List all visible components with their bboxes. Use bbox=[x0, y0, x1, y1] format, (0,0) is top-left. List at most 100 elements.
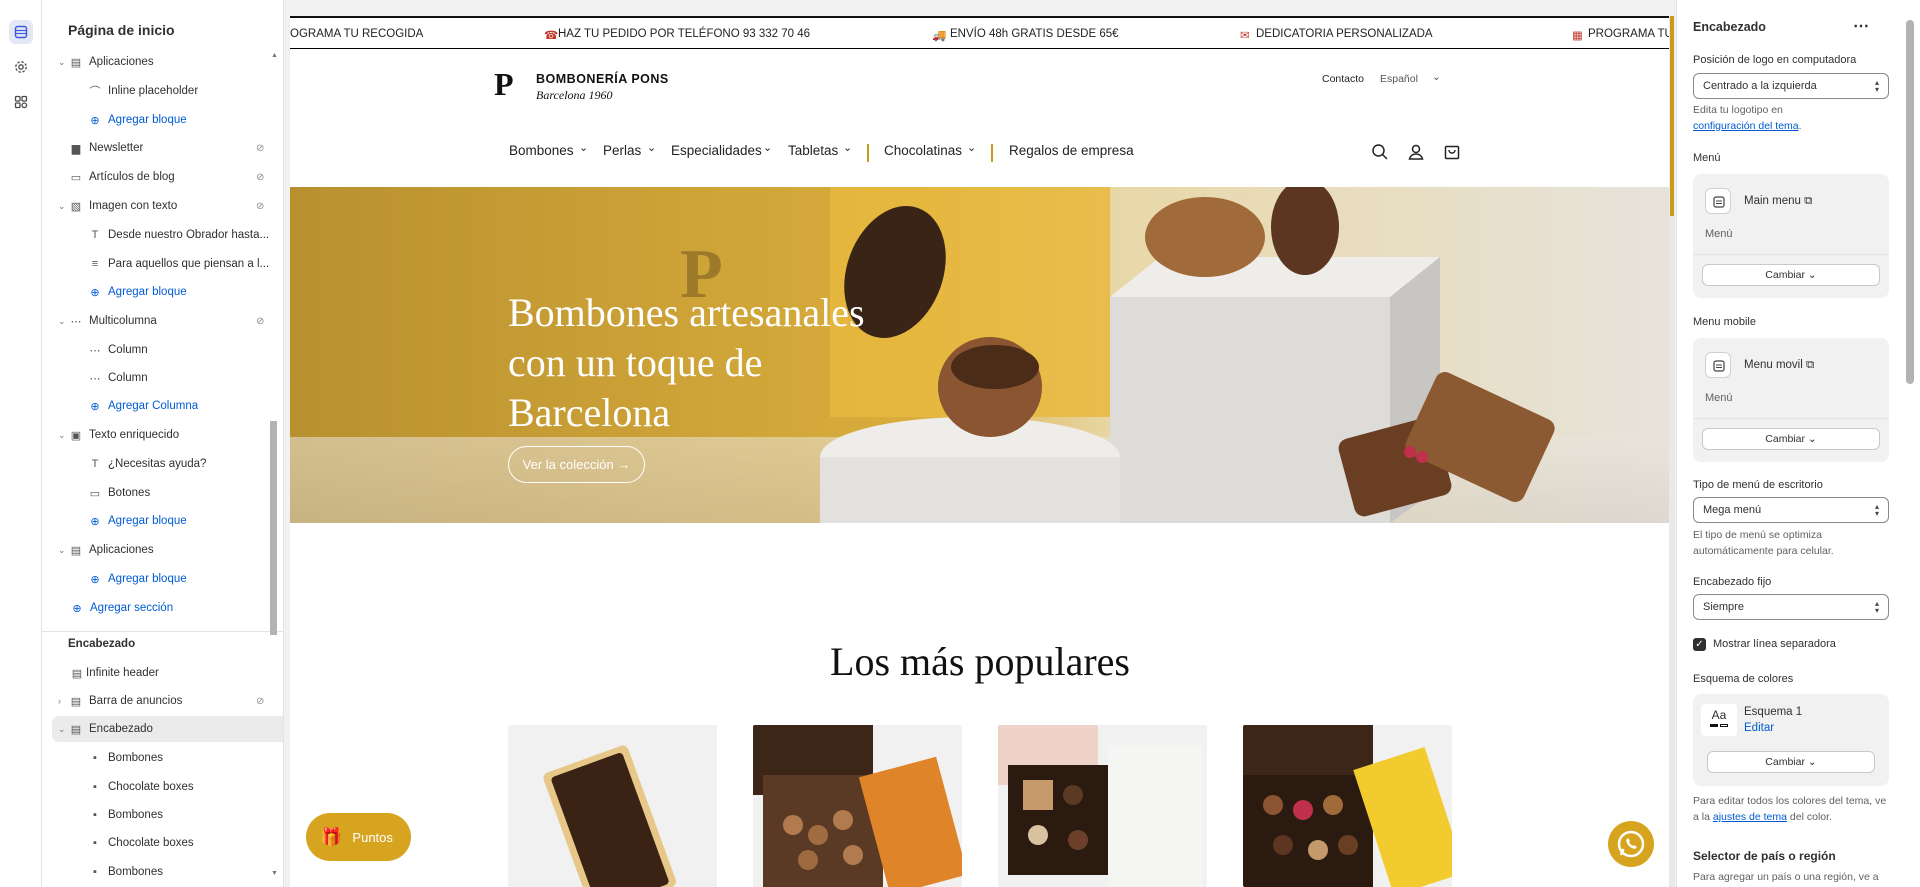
more-actions-icon[interactable]: ⋯ bbox=[1853, 16, 1869, 36]
sidebar-scrollbar[interactable] bbox=[270, 421, 277, 635]
tree-row-agregar-bloque[interactable]: ⊕ Agregar bloque bbox=[52, 566, 283, 592]
tree-row-infinite-header[interactable]: ▤ Infinite header bbox=[52, 660, 283, 686]
loyalty-points-button[interactable]: 🎁 Puntos bbox=[306, 813, 411, 861]
tree-row-aplicaciones[interactable]: ⌄ ▤ Aplicaciones bbox=[52, 49, 283, 75]
tree-row-encabezado[interactable]: ⌄ ▤ Encabezado bbox=[52, 716, 283, 742]
product-image-1 bbox=[543, 745, 676, 887]
change-main-menu-button[interactable]: Cambiar ⌄ bbox=[1702, 264, 1880, 286]
tree-row-bombones[interactable]: ▪ Bombones bbox=[52, 859, 283, 885]
view-collection-button[interactable]: Ver la colección → bbox=[508, 446, 645, 483]
cart-icon[interactable] bbox=[1442, 142, 1462, 162]
tree-row-column[interactable]: ⋯ Column bbox=[52, 365, 283, 391]
nav-perlas[interactable]: Perlas bbox=[603, 143, 641, 158]
app-embeds-icon[interactable] bbox=[9, 90, 33, 114]
tree-row-inline-placeholder[interactable]: ⌒ Inline placeholder bbox=[52, 78, 283, 104]
sidebar-title: Página de inicio bbox=[68, 22, 175, 38]
tree-row-aplicaciones[interactable]: ⌄ ▤ Aplicaciones bbox=[52, 537, 283, 563]
visibility-hidden-icon[interactable]: ⊘ bbox=[256, 172, 264, 183]
chevron-down-icon: ⌄ bbox=[763, 142, 773, 154]
calendar-icon: ▦ bbox=[1572, 30, 1583, 42]
chevron-down-icon: ⌄ bbox=[1807, 433, 1817, 445]
preview-scroll-thumb[interactable] bbox=[1670, 16, 1674, 216]
tree-row-chocolate-boxes[interactable]: ▪ Chocolate boxes bbox=[52, 774, 283, 800]
visibility-hidden-icon[interactable]: ⊘ bbox=[256, 696, 264, 707]
scroll-up-icon[interactable]: ▲ bbox=[271, 52, 278, 59]
select-arrows-icon: ▴ ▾ bbox=[1874, 502, 1879, 518]
scheme-edit-link[interactable]: Editar bbox=[1744, 722, 1774, 734]
tree-row-agregar-columna[interactable]: ⊕ Agregar Columna bbox=[52, 393, 283, 419]
visibility-hidden-icon[interactable]: ⊘ bbox=[256, 201, 264, 212]
plus-circle-icon: ⊕ bbox=[72, 602, 82, 615]
chevron-down-icon[interactable]: ⌄ bbox=[58, 201, 68, 212]
chevron-down-icon[interactable]: ⌄ bbox=[58, 545, 68, 556]
separator-checkbox[interactable]: ✓ bbox=[1693, 638, 1706, 651]
tree-row-agregar-secci-n[interactable]: ⊕ Agregar sección bbox=[52, 595, 283, 621]
tree-row-art-culos-de-blog[interactable]: ▭ Artículos de blog ⊘ bbox=[52, 164, 283, 190]
tree-row-column[interactable]: ⋯ Column bbox=[52, 337, 283, 363]
nav-tabletas[interactable]: Tabletas bbox=[788, 143, 838, 158]
header-group-title: Encabezado bbox=[68, 638, 136, 650]
desktop-menu-type-select[interactable]: Mega menú ▴ ▾ bbox=[1693, 497, 1889, 523]
tree-row-barra-de-anuncios[interactable]: › ▤ Barra de anuncios ⊘ bbox=[52, 688, 283, 714]
announcement-item-4: DEDICATORIA PERSONALIZADA bbox=[1256, 28, 1433, 40]
scheme-name: Esquema 1 bbox=[1744, 706, 1803, 718]
tree-row-desde-nuestro-obrador-hasta[interactable]: T Desde nuestro Obrador hasta... bbox=[52, 222, 283, 248]
blog-icon: ▭ bbox=[70, 171, 82, 184]
nav-especialidades[interactable]: Especialidades bbox=[671, 143, 762, 158]
tree-row-botones[interactable]: ▭ Botones bbox=[52, 480, 283, 506]
chevron-down-icon[interactable]: ⌄ bbox=[58, 724, 68, 735]
theme-editor: Página de inicio ⌄ ▤ Aplicaciones ⌒ Inline p… bbox=[0, 0, 1920, 887]
nav-chocolatinas[interactable]: Chocolatinas bbox=[884, 143, 962, 158]
mobile-menu-name[interactable]: Menu movil ⧉ bbox=[1744, 359, 1814, 372]
search-icon[interactable] bbox=[1370, 142, 1390, 162]
logo-monogram-icon[interactable]: P bbox=[494, 66, 514, 103]
language-selector[interactable]: Español bbox=[1380, 73, 1418, 85]
logo-position-select[interactable]: Centrado a la izquierda ▴ ▾ bbox=[1693, 73, 1889, 99]
product-card-2[interactable] bbox=[753, 725, 962, 887]
product-card-1[interactable] bbox=[508, 725, 717, 887]
tree-row-para-aquellos-que-piensan-a-l[interactable]: ≡ Para aquellos que piensan a l... bbox=[52, 251, 283, 277]
panel-scrollbar[interactable] bbox=[1906, 20, 1914, 384]
theme-settings-link[interactable]: configuración del tema bbox=[1693, 120, 1799, 132]
tree-row-imagen-con-texto[interactable]: ⌄ ▧ Imagen con texto ⊘ bbox=[52, 193, 283, 219]
visibility-hidden-icon[interactable]: ⊘ bbox=[256, 143, 264, 154]
tree-row-necesitas-ayuda[interactable]: T ¿Necesitas ayuda? bbox=[52, 451, 283, 477]
contact-link[interactable]: Contacto bbox=[1322, 73, 1364, 85]
nav-bombones[interactable]: Bombones bbox=[509, 143, 574, 158]
scroll-down-icon[interactable]: ▼ bbox=[271, 870, 278, 877]
sections-icon[interactable] bbox=[9, 20, 33, 44]
tree-row-label: Multicolumna bbox=[89, 315, 157, 327]
change-scheme-button[interactable]: Cambiar ⌄ bbox=[1707, 751, 1875, 773]
visibility-hidden-icon[interactable]: ⊘ bbox=[256, 316, 264, 327]
chevron-down-icon[interactable]: ⌄ bbox=[58, 57, 68, 68]
chevron-down-icon[interactable]: ⌄ bbox=[58, 430, 68, 441]
tree-row-agregar-bloque[interactable]: ⊕ Agregar bloque bbox=[52, 279, 283, 305]
tree-row-agregar-bloque[interactable]: ⊕ Agregar bloque bbox=[52, 508, 283, 534]
main-menu-name[interactable]: Main menu ⧉ bbox=[1744, 195, 1812, 208]
chevron-down-icon[interactable]: ⌄ bbox=[58, 316, 68, 327]
tree-row-newsletter[interactable]: ▆ Newsletter ⊘ bbox=[52, 135, 283, 161]
tree-row-chocolate-boxes[interactable]: ▪ Chocolate boxes bbox=[52, 830, 283, 856]
app-block-icon: ⌒ bbox=[89, 86, 101, 98]
phone-icon: ☎ bbox=[544, 30, 559, 42]
change-mobile-menu-button[interactable]: Cambiar ⌄ bbox=[1702, 428, 1880, 450]
product-card-3[interactable] bbox=[998, 725, 1207, 887]
sticky-header-select[interactable]: Siempre ▴ ▾ bbox=[1693, 594, 1889, 620]
whatsapp-chat-button[interactable] bbox=[1608, 821, 1654, 867]
nav-regalos-empresa[interactable]: Regalos de empresa bbox=[1009, 143, 1134, 158]
account-icon[interactable] bbox=[1406, 142, 1426, 162]
tree-row-texto-enriquecido[interactable]: ⌄ ▣ Texto enriquecido bbox=[52, 422, 283, 448]
menu-image-icon: ▪ bbox=[93, 781, 97, 793]
theme-colors-link[interactable]: ajustes de tema bbox=[1713, 811, 1787, 823]
product-card-4[interactable] bbox=[1243, 725, 1452, 887]
tree-row-multicolumna[interactable]: ⌄ ⋯ Multicolumna ⊘ bbox=[52, 308, 283, 334]
brand-tagline: Barcelona 1960 bbox=[536, 88, 613, 102]
chevron-right-icon[interactable]: › bbox=[58, 696, 68, 706]
hero-title-line-3: Barcelona bbox=[508, 390, 671, 435]
settings-gear-icon[interactable] bbox=[9, 55, 33, 79]
brand-name[interactable]: BOMBONERÍA PONS bbox=[536, 72, 669, 86]
tree-row-agregar-bloque[interactable]: ⊕ Agregar bloque bbox=[52, 107, 283, 133]
main-menu-card: Main menu ⧉ Menú Cambiar ⌄ bbox=[1693, 174, 1889, 298]
tree-row-bombones[interactable]: ▪ Bombones bbox=[52, 802, 283, 828]
tree-row-bombones[interactable]: ▪ Bombones bbox=[52, 745, 283, 771]
